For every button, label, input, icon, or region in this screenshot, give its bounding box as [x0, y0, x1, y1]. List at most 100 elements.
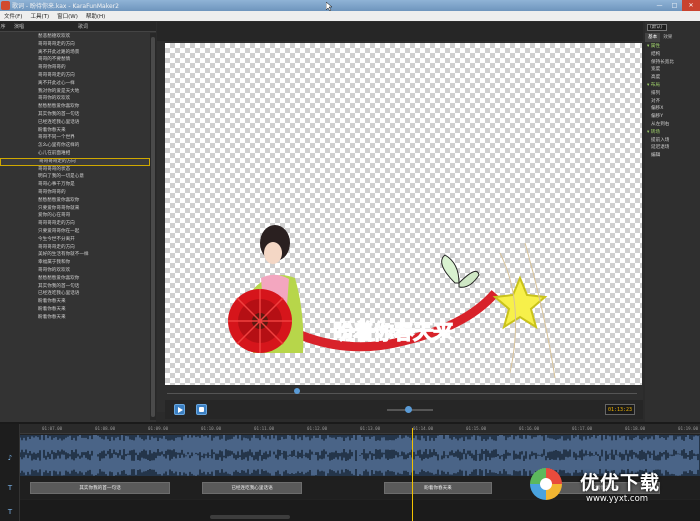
- lyric-row[interactable]: 哥哥你的欢欢欢: [0, 95, 150, 103]
- ruler-tick-label: 01:08.00: [95, 426, 116, 431]
- lyric-row[interactable]: 心儿在前面难相: [0, 150, 150, 158]
- lyric-row[interactable]: 只要爱哥哥你在一起: [0, 228, 150, 236]
- lyric-row[interactable]: 哥哥不同一个世界: [0, 134, 150, 142]
- style-dropdown[interactable]: (默认): [647, 24, 667, 31]
- lyric-row[interactable]: 爱你的心在哥哥: [0, 212, 150, 220]
- close-button[interactable]: ✕: [682, 0, 700, 11]
- lyric-row[interactable]: 哥哥哥哥走的方向: [0, 244, 150, 252]
- menu-bar: 文件(F) 工具(T) 窗口(W) 帮助(H): [0, 11, 700, 21]
- scrollbar-thumb[interactable]: [151, 37, 155, 417]
- music-note-icon: ♪: [7, 454, 13, 462]
- property-section[interactable]: 属性: [645, 43, 700, 51]
- property-list: 属性结构保持长宽比宽度高度布局排列对齐偏移X偏移Y从左到右转场提前入场延迟退场编…: [645, 43, 700, 160]
- property-section[interactable]: 转场: [645, 129, 700, 137]
- ruler-tick-label: 01:12.00: [307, 426, 328, 431]
- lyric-row[interactable]: 盼着你春天来: [0, 306, 150, 314]
- preview-seekbar[interactable]: [167, 387, 637, 397]
- seek-knob[interactable]: [294, 388, 300, 394]
- property-item[interactable]: 提前入场: [645, 137, 700, 145]
- timeline-track-icons: ♪ T T: [0, 424, 20, 521]
- volume-knob[interactable]: [404, 406, 412, 413]
- title-bar: 歌词 - 盼待你来.kax - KaraFunMaker2 — □ ✕: [0, 0, 700, 11]
- lyric-sung-part: 盼着: [333, 320, 375, 345]
- property-item[interactable]: 编辑: [645, 152, 700, 160]
- lyric-row[interactable]: 哥哥哥哥走的方向: [0, 220, 150, 228]
- lyric-row[interactable]: 其实你我的首一句话: [0, 111, 150, 119]
- lyric-row[interactable]: 哥哥你哥哥的: [0, 64, 150, 72]
- properties-panel: (默认) 基本 效果 属性结构保持长宽比宽度高度布局排列对齐偏移X偏移Y从左到右…: [645, 22, 700, 422]
- stop-button[interactable]: [196, 404, 207, 415]
- property-item[interactable]: 偏移Y: [645, 113, 700, 121]
- text-track-icon: T: [7, 484, 13, 492]
- menu-tools[interactable]: 工具(T): [30, 12, 49, 20]
- ruler-tick-label: 01:10.00: [201, 426, 222, 431]
- ruler-tick-label: 01:17.00: [572, 426, 593, 431]
- property-item[interactable]: 延迟退场: [645, 144, 700, 152]
- lyric-row[interactable]: 哥哥哥哥走的方向: [0, 157, 150, 166]
- lyric-segment[interactable]: 已经连吃我心里话语: [202, 482, 302, 494]
- lyric-row[interactable]: 哥哥心事千万你是: [0, 181, 150, 189]
- watermark-url: www.yyxt.com: [586, 494, 649, 504]
- ruler-tick-label: 01:16.00: [519, 426, 540, 431]
- mouse-cursor-icon: [326, 2, 333, 11]
- property-item[interactable]: 高度: [645, 74, 700, 82]
- lyric-row[interactable]: 我对你的爱是天大地: [0, 88, 150, 96]
- lyric-row[interactable]: 怎么心里有你这样的: [0, 142, 150, 150]
- lyric-segment[interactable]: 盼着你春天来: [384, 482, 492, 494]
- maximize-button[interactable]: □: [667, 0, 682, 11]
- property-section[interactable]: 布局: [645, 82, 700, 90]
- playhead[interactable]: [412, 428, 413, 521]
- tab-basic[interactable]: 基本: [645, 33, 661, 42]
- lyric-row[interactable]: 哥哥哥哥的状态: [0, 166, 150, 174]
- tab-effects[interactable]: 效果: [660, 33, 675, 42]
- property-item[interactable]: 保持长宽比: [645, 59, 700, 67]
- lyric-row[interactable]: 明白了我的一切是心意: [0, 173, 150, 181]
- lyric-segment[interactable]: 其实你我的首一句话: [30, 482, 170, 494]
- lyric-row[interactable]: 哥哥你的欢欢欢: [0, 267, 150, 275]
- lyric-row[interactable]: 愁悲愁德欢欢欢: [0, 33, 150, 41]
- lyric-row[interactable]: 盼着你春天来: [0, 314, 150, 322]
- lyric-row[interactable]: 已经连吃我心里话语: [0, 290, 150, 298]
- preview-canvas[interactable]: 盼着你春天来: [165, 43, 642, 385]
- lyric-row[interactable]: 愁愁愁愁爱你喜欢你: [0, 103, 150, 111]
- lyric-row[interactable]: 哥哥哥哥走的方向: [0, 72, 150, 80]
- lyric-unsung-part: 你春天来: [373, 320, 455, 345]
- menu-file[interactable]: 文件(F): [4, 12, 22, 20]
- ruler-tick-label: 01:14.00: [413, 426, 434, 431]
- lyric-row[interactable]: 离不开此过路的场景: [0, 49, 150, 57]
- lyric-row[interactable]: 愁愁愁愁爱你喜欢你: [0, 275, 150, 283]
- lyric-row[interactable]: 哥哥的不要愁情: [0, 56, 150, 64]
- lyric-row[interactable]: 盼着你春天来: [0, 127, 150, 135]
- lyric-row[interactable]: 已经连吃我心里话语: [0, 119, 150, 127]
- lyric-row[interactable]: 哥哥哥哥走的方向: [0, 41, 150, 49]
- volume-slider[interactable]: [387, 406, 433, 413]
- column-lyric[interactable]: 歌词: [46, 23, 88, 30]
- lyric-row[interactable]: 只要爱你哥哥你就来: [0, 205, 150, 213]
- lyrics-scrollbar[interactable]: [150, 33, 156, 420]
- ruler-tick-label: 01:13.00: [360, 426, 381, 431]
- lyric-row[interactable]: 离不开此过心一样: [0, 80, 150, 88]
- menu-window[interactable]: 窗口(W): [57, 12, 78, 20]
- lyric-row[interactable]: 愁愁愁愁爱你喜欢你: [0, 197, 150, 205]
- property-item[interactable]: 排列: [645, 90, 700, 98]
- property-item[interactable]: 结构: [645, 51, 700, 59]
- lyric-row[interactable]: 盼着你春天来: [0, 298, 150, 306]
- menu-help[interactable]: 帮助(H): [86, 12, 105, 20]
- property-item[interactable]: 宽度: [645, 66, 700, 74]
- lyric-row[interactable]: 美好的生活有你就不一样: [0, 251, 150, 259]
- property-item[interactable]: 对齐: [645, 98, 700, 106]
- lyrics-list-panel: 序 演唱 歌词 愁悲愁德欢欢欢 哥哥哥哥走的方向 离不开此过路的场景 哥哥的不要愁情哥…: [0, 22, 156, 422]
- minimize-button[interactable]: —: [652, 0, 667, 11]
- property-item[interactable]: 偏移X: [645, 105, 700, 113]
- timeline-hscrollbar[interactable]: [210, 515, 290, 519]
- lyrics-list-header: 序 演唱 歌词: [0, 22, 156, 32]
- lyric-row[interactable]: 哥哥你哥哥的: [0, 189, 150, 197]
- play-button[interactable]: [174, 404, 185, 415]
- red-flower-image: [228, 289, 292, 353]
- property-item[interactable]: 从左到右: [645, 121, 700, 129]
- lyric-row[interactable]: 今生今世不分离开: [0, 236, 150, 244]
- column-singer[interactable]: 演唱: [6, 23, 46, 30]
- lyric-row[interactable]: 幸福属于我和你: [0, 259, 150, 267]
- lyric-row[interactable]: 其实你我的首一句话: [0, 283, 150, 291]
- time-ruler[interactable]: 01:07.00 01:08.00 01:09.00 01:10.00 01:11.00…: [20, 424, 700, 434]
